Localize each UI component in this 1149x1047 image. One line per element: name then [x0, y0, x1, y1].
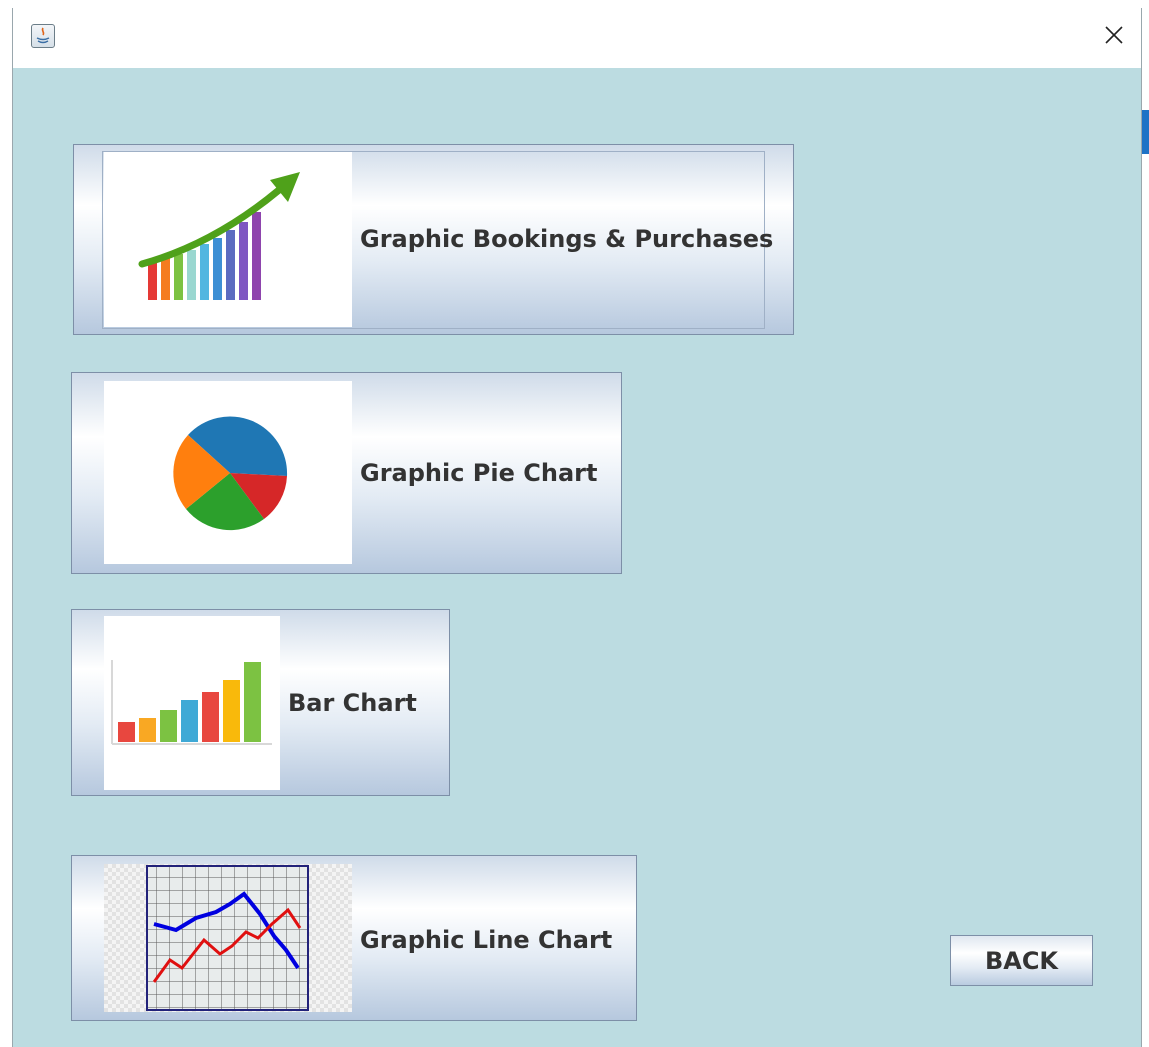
title-bar — [13, 8, 1141, 68]
bookings-purchases-label: Graphic Bookings & Purchases — [360, 225, 774, 253]
back-button[interactable]: BACK — [950, 935, 1093, 986]
bar-chart-icon — [111, 660, 272, 745]
bar-chart-image — [104, 616, 280, 790]
line-chart-button[interactable]: Graphic Line Chart — [71, 855, 637, 1021]
pie-chart-button[interactable]: Graphic Pie Chart — [71, 372, 622, 574]
pie-chart-icon — [173, 416, 288, 531]
bar-chart-label: Bar Chart — [288, 689, 417, 717]
line-chart-image — [104, 864, 352, 1012]
growth-chart-icon — [138, 172, 300, 300]
bar-chart-button[interactable]: Bar Chart — [71, 609, 450, 796]
bookings-purchases-button[interactable]: Graphic Bookings & Purchases — [73, 144, 794, 335]
close-icon — [1105, 26, 1123, 44]
pie-chart-image — [104, 381, 352, 564]
java-app-icon — [31, 24, 55, 48]
pie-chart-label: Graphic Pie Chart — [360, 459, 598, 487]
chart-menu-window: Graphic Bookings & Purchases Graphic Pie… — [12, 8, 1142, 1047]
background-window-edge — [1142, 110, 1149, 154]
line-chart-icon — [104, 864, 352, 1012]
line-chart-label: Graphic Line Chart — [360, 926, 613, 954]
close-button[interactable] — [1099, 20, 1129, 50]
bookings-image — [104, 152, 352, 327]
